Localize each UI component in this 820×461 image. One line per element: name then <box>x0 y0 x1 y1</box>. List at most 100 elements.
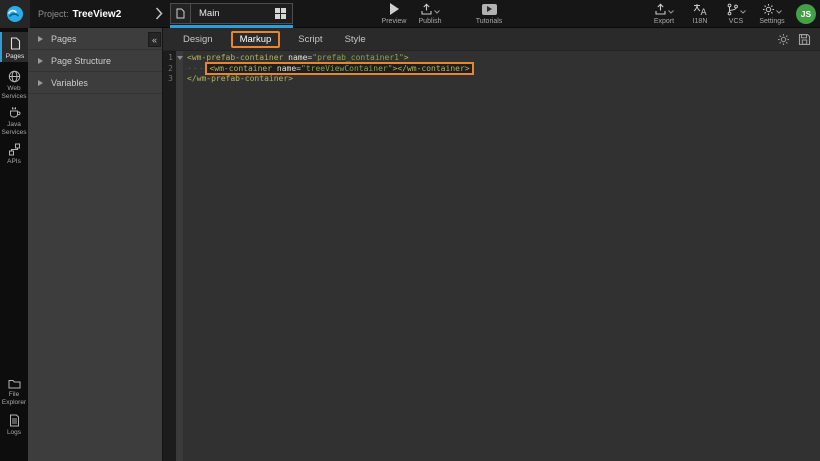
tab-script[interactable]: Script <box>294 32 326 47</box>
collapsed-arrow-icon <box>38 58 43 64</box>
tutorials-label: Tutorials <box>476 18 503 25</box>
code-lines: 1<wm-prefab-container name="prefab_conta… <box>163 51 820 85</box>
rail-label: Pages <box>6 53 24 61</box>
editor-tabbar: Design Markup Script Style <box>163 28 820 51</box>
code-line[interactable]: 3 </wm-prefab-container> <box>163 74 820 85</box>
panel-section-label: Page Structure <box>51 56 111 66</box>
settings-button[interactable]: Settings <box>757 2 787 25</box>
app-logo[interactable] <box>0 0 30 28</box>
code-token-str: "prefab_container1" <box>312 53 404 62</box>
project-breadcrumb: Project: TreeView2 <box>38 0 121 28</box>
globe-icon <box>8 70 21 83</box>
editor-settings-gear-icon[interactable] <box>777 33 790 46</box>
editor-region: Design Markup Script Style <box>163 28 820 461</box>
code-line-content: </wm-prefab-container> <box>183 74 293 85</box>
tab-markup[interactable]: Markup <box>231 31 281 48</box>
code-token-str: "treeViewContainer" <box>301 64 393 73</box>
code-token-tag: </wm-prefab-container> <box>187 74 293 83</box>
svg-text:A: A <box>701 8 708 16</box>
left-rail: Pages Web Services Java Services <box>0 28 28 461</box>
fold-arrow-icon[interactable] <box>176 56 183 60</box>
upload-icon <box>420 3 433 16</box>
preview-label: Preview <box>382 18 407 25</box>
code-token-tag: > <box>404 53 409 62</box>
line-number: 2 <box>163 64 176 75</box>
rail-item-file-explorer[interactable]: File Explorer <box>0 373 28 407</box>
code-token-tag: <wm-container <box>209 64 272 73</box>
translate-icon: A <box>693 3 707 16</box>
wavemaker-logo-icon <box>6 5 24 23</box>
rail-item-pages[interactable]: Pages <box>0 32 28 62</box>
branch-icon <box>726 3 739 16</box>
code-token-tag: ></wm-container> <box>393 64 470 73</box>
coffee-cup-icon <box>8 106 21 119</box>
export-label: Export <box>654 18 674 25</box>
rail-label: Web Services <box>0 85 28 101</box>
topbar: Project: TreeView2 Main Preview <box>0 0 820 28</box>
export-button[interactable]: Export <box>649 2 679 25</box>
rail-label: Java Services <box>0 121 28 137</box>
grid-icon[interactable] <box>275 8 286 19</box>
page-tab-main[interactable]: Main <box>170 3 293 24</box>
page-tab-label: Main <box>191 8 275 19</box>
panel-section-variables[interactable]: Variables <box>28 72 162 94</box>
gear-icon <box>762 3 775 16</box>
chevron-down-icon <box>668 9 674 15</box>
rail-item-logs[interactable]: Logs <box>0 409 28 437</box>
markup-code-editor[interactable]: 1<wm-prefab-container name="prefab_conta… <box>163 51 820 461</box>
code-line[interactable]: 2···<wm-container name="treeViewContaine… <box>163 64 820 75</box>
chevron-down-icon <box>740 9 746 15</box>
rail-item-apis[interactable]: APIs <box>0 138 28 166</box>
chevron-right-icon <box>155 7 163 20</box>
upload-icon <box>654 3 667 16</box>
rail-item-java-services[interactable]: Java Services <box>0 102 28 136</box>
rail-label: APIs <box>7 158 21 166</box>
line-number: 1 <box>163 53 176 64</box>
topbar-actions-right: Export A I18N <box>646 2 816 25</box>
code-token-attr: name <box>283 53 307 62</box>
pages-panel: Pages Page Structure Variables « <box>28 28 163 461</box>
line-number-gutter <box>163 51 176 461</box>
play-icon <box>390 3 399 15</box>
line-number: 3 <box>163 74 176 85</box>
whitespace-dots: ··· <box>187 64 204 73</box>
folder-icon <box>8 377 21 389</box>
vcs-label: VCS <box>729 18 743 25</box>
publish-label: Publish <box>419 18 442 25</box>
user-avatar[interactable]: JS <box>796 4 816 24</box>
tab-design[interactable]: Design <box>179 32 217 47</box>
video-icon <box>482 4 497 15</box>
preview-button[interactable]: Preview <box>379 2 409 25</box>
code-token-tag: <wm-prefab-container <box>187 53 283 62</box>
rail-item-web-services[interactable]: Web Services <box>0 66 28 100</box>
collapsed-arrow-icon <box>38 36 43 42</box>
tab-style[interactable]: Style <box>341 32 370 47</box>
panel-section-page-structure[interactable]: Page Structure <box>28 50 162 72</box>
settings-label: Settings <box>759 18 784 25</box>
fold-gutter <box>176 51 183 461</box>
rail-label: File Explorer <box>0 391 28 407</box>
page-file-icon <box>171 4 191 23</box>
code-token-attr: name <box>272 64 296 73</box>
i18n-label: I18N <box>693 18 708 25</box>
collapsed-arrow-icon <box>38 80 43 86</box>
panel-section-pages[interactable]: Pages <box>28 28 162 50</box>
save-icon[interactable] <box>798 33 811 46</box>
project-name: TreeView2 <box>73 9 122 20</box>
panel-collapse-button[interactable]: « <box>148 32 161 47</box>
rail-label: Logs <box>7 429 21 437</box>
log-file-icon <box>9 413 20 427</box>
publish-button[interactable]: Publish <box>415 2 445 25</box>
page-icon <box>10 36 21 51</box>
topbar-actions-left: Preview Publish Tutorials <box>376 2 507 25</box>
panel-section-label: Pages <box>51 34 77 44</box>
chevron-down-icon <box>776 9 782 15</box>
panel-section-label: Variables <box>51 78 88 88</box>
chevron-down-icon <box>434 9 440 15</box>
project-label: Project: <box>38 9 69 19</box>
i18n-button[interactable]: A I18N <box>685 2 715 25</box>
tutorials-button[interactable]: Tutorials <box>474 2 504 25</box>
wavemaker-studio-window: Project: TreeView2 Main Preview <box>0 0 820 461</box>
vcs-button[interactable]: VCS <box>721 2 751 25</box>
connector-icon <box>8 142 21 156</box>
